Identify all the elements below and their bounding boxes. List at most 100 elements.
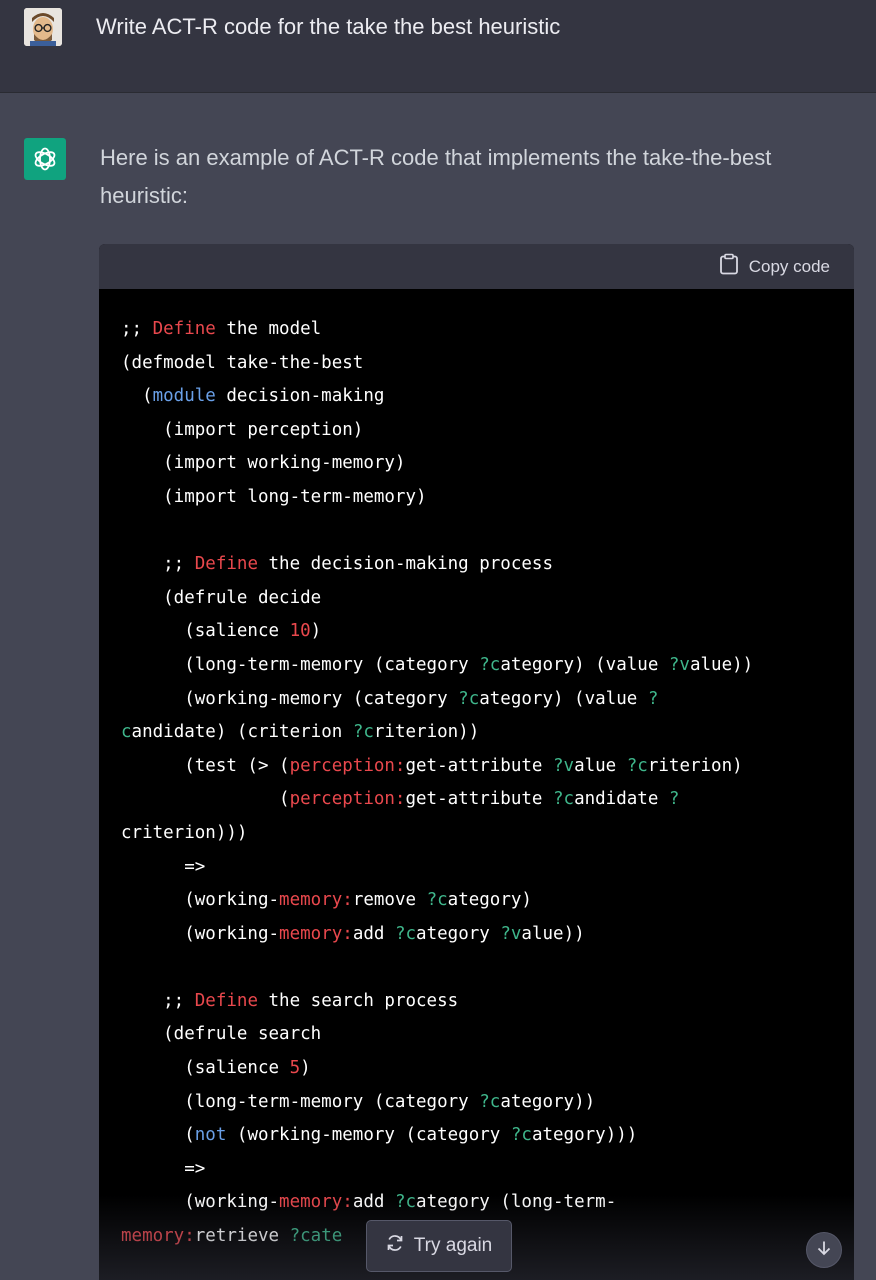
code-token: => [121, 1158, 206, 1179]
code-token: ategory) (value [500, 654, 669, 675]
openai-logo-icon [24, 138, 66, 180]
code-token: (import perception) [121, 419, 364, 440]
copy-code-button[interactable]: Copy code [719, 253, 830, 280]
code-token: ?c [394, 923, 417, 944]
code-line: (defrule search [121, 1018, 834, 1052]
code-token: (working- [121, 890, 280, 911]
code-line: candidate) (criterion ?criterion)) [121, 716, 834, 750]
refresh-icon [386, 1234, 404, 1258]
code-line: (import perception) [121, 414, 834, 448]
code-token: (salience [121, 621, 290, 642]
code-line: ;; Define the decision-making process [121, 548, 834, 582]
code-line: (defmodel take-the-best [121, 347, 834, 381]
code-token: ategory) [447, 890, 532, 911]
code-token: c [121, 722, 132, 743]
code-token: ?c [352, 722, 374, 743]
code-token: andidate) (criterion [131, 722, 353, 743]
code-token: get-attribute [405, 789, 553, 810]
code-token: ?c [426, 890, 448, 911]
code-token: (working- [121, 923, 280, 944]
code-token: Define [152, 319, 216, 339]
code-token: (working- [121, 1192, 280, 1213]
user-message-row: Write ACT-R code for the take the best h… [0, 0, 876, 93]
code-token: alue)) [689, 654, 754, 675]
code-line: (perception:get-attribute ?candidate ? [121, 783, 834, 817]
code-token: ? [647, 688, 659, 709]
scroll-down-button[interactable] [806, 1232, 842, 1268]
code-token: (long-term-memory (category [121, 1091, 480, 1112]
code-token: (defrule search [121, 1024, 322, 1045]
code-line: (working-memory (category ?category) (va… [121, 683, 834, 717]
code-token: ( [121, 1125, 195, 1146]
code-token: (working-memory (category [121, 688, 459, 709]
code-token: => [121, 856, 206, 877]
code-token: ?v [553, 755, 575, 776]
code-token: ?c [394, 1192, 417, 1213]
clipboard-icon [719, 253, 739, 280]
code-line: ;; Define the model [121, 313, 834, 347]
code-line: (long-term-memory (category ?category)) [121, 1086, 834, 1120]
code-line: (import working-memory) [121, 447, 834, 481]
code-line: (defrule decide [121, 582, 834, 616]
code-line: (test (> (perception:get-attribute ?valu… [121, 750, 834, 784]
code-token: the search process [257, 990, 459, 1011]
code-token: ?c [479, 1091, 501, 1112]
code-token: ategory)) [500, 1091, 596, 1112]
code-token: ?c [458, 688, 480, 709]
code-token: alue [574, 755, 627, 776]
code-token: ategory))) [531, 1125, 638, 1146]
code-token: the model [215, 319, 322, 339]
code-token: retrieve [194, 1226, 290, 1247]
code-token: memory: [279, 923, 353, 944]
code-token: (import working-memory) [121, 453, 406, 474]
code-line: => [121, 851, 834, 885]
code-token: add [352, 923, 395, 944]
code-token: ( [121, 386, 153, 407]
code-body: ;; Define the model (defmodel take-the-be… [99, 289, 854, 1254]
code-token: ategory [416, 923, 501, 944]
code-token: (defmodel take-the-best [121, 352, 364, 373]
code-token: add [352, 1192, 395, 1213]
code-block: Copy code ;; Define the model (defmodel t… [99, 244, 854, 1280]
code-line: ;; Define the search process [121, 985, 834, 1019]
code-line: (working-memory:remove ?category) [121, 884, 834, 918]
code-token: Define [194, 990, 258, 1011]
code-token: ?cate [289, 1226, 343, 1247]
code-line: (long-term-memory (category ?category) (… [121, 649, 834, 683]
code-token: (test (> ( [121, 755, 290, 776]
intro-line-1: Here is an example of ACT-R code that im… [100, 145, 772, 170]
code-header: Copy code [99, 244, 854, 289]
code-token: ?v [668, 654, 690, 675]
try-again-label: Try again [413, 1235, 493, 1256]
code-token: (long-term-memory (category [121, 654, 480, 675]
assistant-intro: Here is an example of ACT-R code that im… [100, 139, 840, 215]
code-line: => [121, 1153, 834, 1187]
code-token: criterion))) [121, 822, 248, 843]
code-token: ?c [510, 1125, 532, 1146]
code-token: perception: [289, 755, 406, 776]
code-token: ?c [553, 789, 575, 810]
code-token: memory: [279, 890, 353, 911]
user-prompt: Write ACT-R code for the take the best h… [96, 14, 561, 39]
code-token: ) [310, 621, 322, 642]
code-token: (salience [121, 1058, 290, 1079]
code-line: (working-memory:add ?category (long-term… [121, 1186, 834, 1220]
try-again-button[interactable]: Try again [366, 1220, 512, 1272]
code-token: ;; [121, 990, 195, 1011]
code-token: riterion) [647, 755, 743, 776]
code-token: riterion)) [373, 722, 480, 743]
code-token: ? [668, 789, 680, 810]
code-token: ?c [626, 755, 648, 776]
code-token: ) [300, 1058, 311, 1079]
intro-line-2: heuristic: [100, 183, 189, 208]
code-token: (defrule decide [121, 587, 322, 608]
code-token: module [152, 386, 216, 407]
code-token: remove [352, 890, 427, 911]
code-line: (working-memory:add ?category ?value)) [121, 918, 834, 952]
code-token: ?c [479, 654, 501, 675]
code-token: the decision-making process [257, 554, 553, 575]
code-token: memory: [121, 1226, 195, 1247]
code-token: ;; [121, 319, 153, 339]
